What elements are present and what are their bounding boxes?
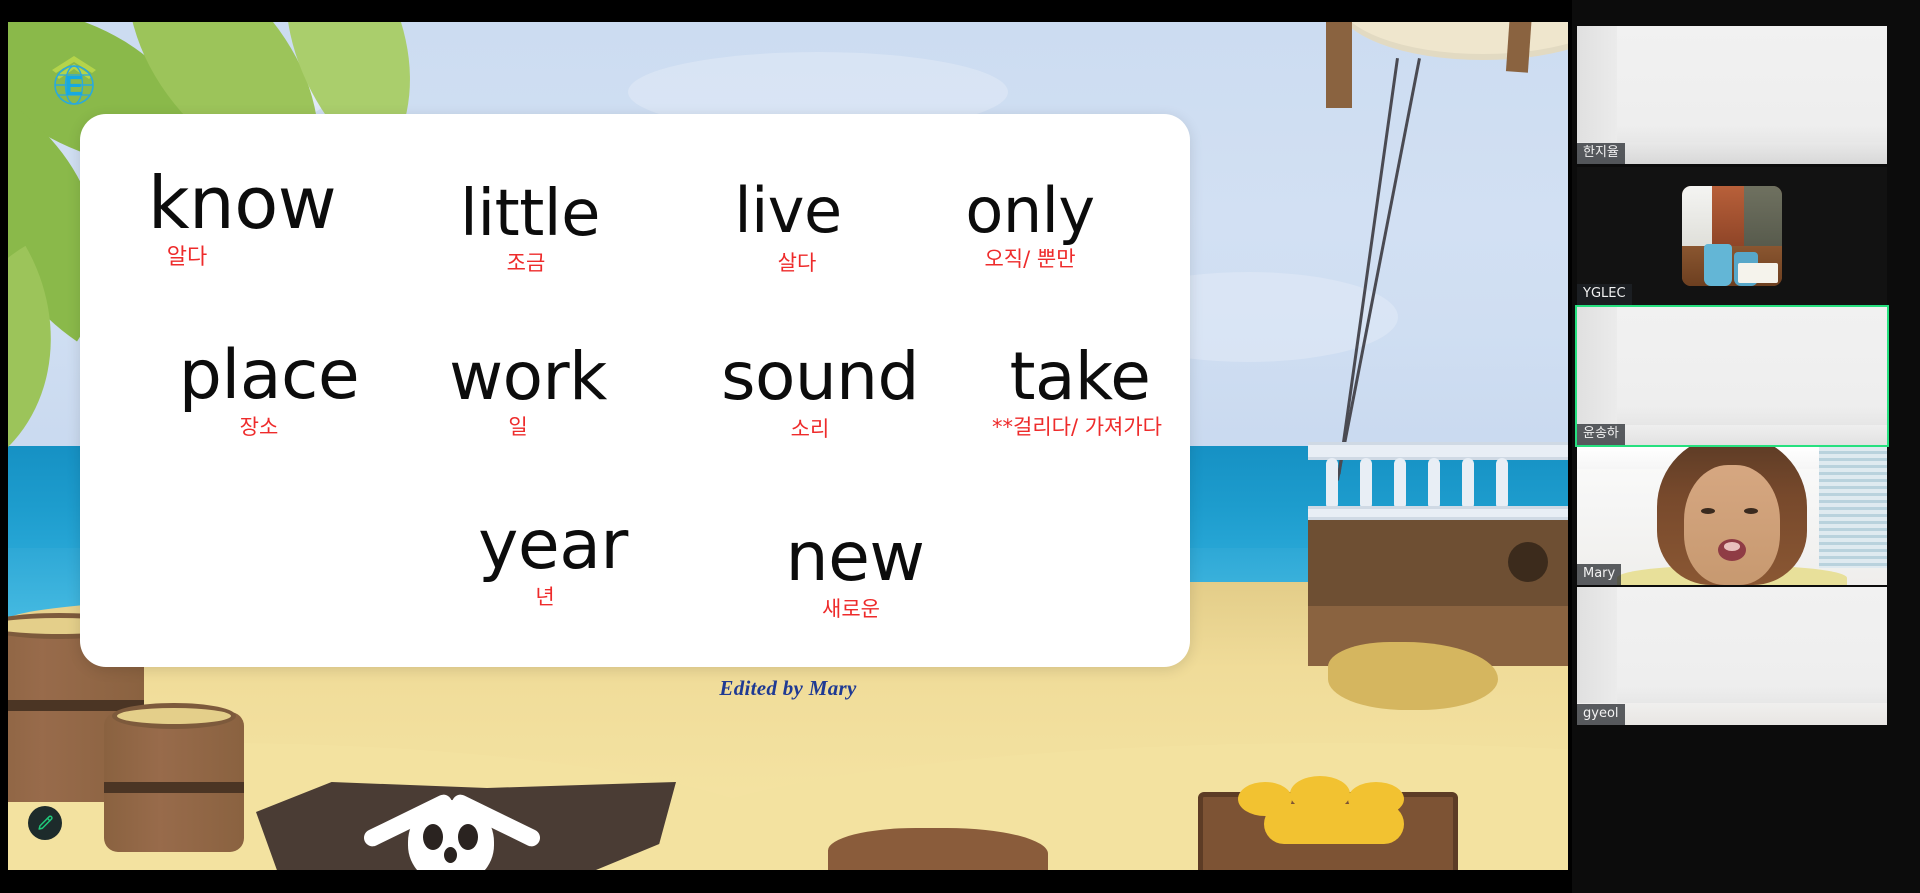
ship-baluster [1360, 458, 1372, 510]
participant-tile[interactable]: YGLEC [1577, 167, 1887, 305]
pip-brick-wall [1712, 186, 1746, 250]
word-english: year [478, 506, 628, 585]
word-english: live [734, 174, 842, 247]
word-item-sound: sound 소리 [670, 338, 970, 443]
word-korean: 년 [535, 584, 555, 609]
ship-mast [1326, 22, 1352, 108]
word-english: place [178, 336, 360, 415]
word-korean: 조금 [506, 250, 546, 275]
word-item-only: only 오직/ 뿐만 [900, 174, 1160, 273]
participant-name-badge: Mary [1577, 564, 1622, 585]
person-face [1684, 465, 1780, 585]
word-item-live: live 살다 [678, 174, 898, 277]
pip-paper [1738, 263, 1778, 283]
word-korean: 오직/ 뿐만 [984, 246, 1076, 271]
slide-credit: Edited by Mary [719, 676, 857, 700]
word-english: take [1009, 338, 1151, 415]
barrel-top [112, 703, 236, 729]
participant-tile[interactable]: gyeol [1577, 587, 1887, 725]
ship-porthole [1508, 542, 1548, 582]
ship-baluster [1394, 458, 1406, 510]
barrel [104, 703, 244, 852]
annotate-button[interactable] [28, 806, 62, 840]
word-english: sound [721, 338, 919, 415]
svg-text:E: E [65, 70, 84, 101]
ship-rail [1308, 442, 1568, 460]
globe-e-logo: E [48, 54, 100, 110]
participant-tile[interactable]: Mary [1577, 447, 1887, 585]
shared-screen-stage: E know 알다 little 조금 live 살다 only 오직/ 뿐만 … [0, 0, 1572, 893]
skull-eye [423, 823, 444, 850]
shared-content-thumbnail [1682, 186, 1782, 286]
person-eye [1743, 508, 1758, 515]
ship-baluster [1496, 458, 1508, 510]
zoom-meeting-window: E know 알다 little 조금 live 살다 only 오직/ 뿐만 … [0, 0, 1920, 893]
word-item-new: new 새로운 [720, 518, 990, 623]
gold-coins [1264, 804, 1404, 844]
participant-name-badge: 윤송하 [1577, 424, 1625, 445]
ship-rail [1308, 506, 1568, 520]
word-grid: know 알다 little 조금 live 살다 only 오직/ 뿐만 pl… [80, 114, 1190, 667]
participant-name-badge: 한지율 [1577, 143, 1625, 164]
pip-wall [1744, 186, 1782, 248]
word-korean: 장소 [239, 414, 279, 439]
word-item-work: work 일 [398, 338, 658, 441]
ship-baluster [1462, 458, 1474, 510]
person-eye [1701, 508, 1716, 515]
ship-baluster [1428, 458, 1440, 510]
word-item-little: little 조금 [400, 177, 660, 277]
pip-vase [1704, 244, 1732, 286]
word-english: work [449, 338, 607, 415]
skull-eye [457, 823, 478, 850]
ship-baluster [1326, 458, 1338, 510]
word-item-take: take **걸리다/ 가져가다 [970, 338, 1190, 441]
participant-name-badge: YGLEC [1577, 284, 1632, 305]
rock [828, 828, 1048, 870]
pencil-icon [37, 815, 53, 830]
word-item-place: place 장소 [124, 336, 414, 441]
presentation-slide: E know 알다 little 조금 live 살다 only 오직/ 뿐만 … [8, 22, 1568, 870]
participant-filmstrip[interactable]: 한지율 YGLEC 윤송하 Mary gyeol [1572, 0, 1920, 893]
participant-tile-active[interactable]: 윤송하 [1575, 305, 1889, 447]
ship-mast [1505, 22, 1533, 73]
word-english: know [147, 161, 337, 245]
word-korean: 살다 [777, 250, 817, 275]
word-english: new [785, 518, 925, 597]
vocabulary-card: know 알다 little 조금 live 살다 only 오직/ 뿐만 pl… [80, 114, 1190, 667]
skull-nose [444, 847, 458, 864]
barrel-band [104, 782, 244, 793]
video-feed [1577, 447, 1887, 585]
word-item-know: know 알다 [102, 161, 382, 271]
word-english: only [965, 174, 1095, 247]
word-korean: **걸리다/ 가져가다 [992, 414, 1162, 439]
word-korean: 일 [508, 414, 528, 439]
word-item-year: year 년 [418, 506, 688, 611]
word-korean: 소리 [790, 416, 830, 441]
participant-tile[interactable]: 한지율 [1577, 26, 1887, 164]
participant-name-badge: gyeol [1577, 704, 1625, 725]
word-english: little [460, 177, 600, 251]
word-korean: 새로운 [822, 596, 880, 621]
window-blinds [1818, 447, 1887, 569]
person-mouth [1718, 539, 1746, 562]
